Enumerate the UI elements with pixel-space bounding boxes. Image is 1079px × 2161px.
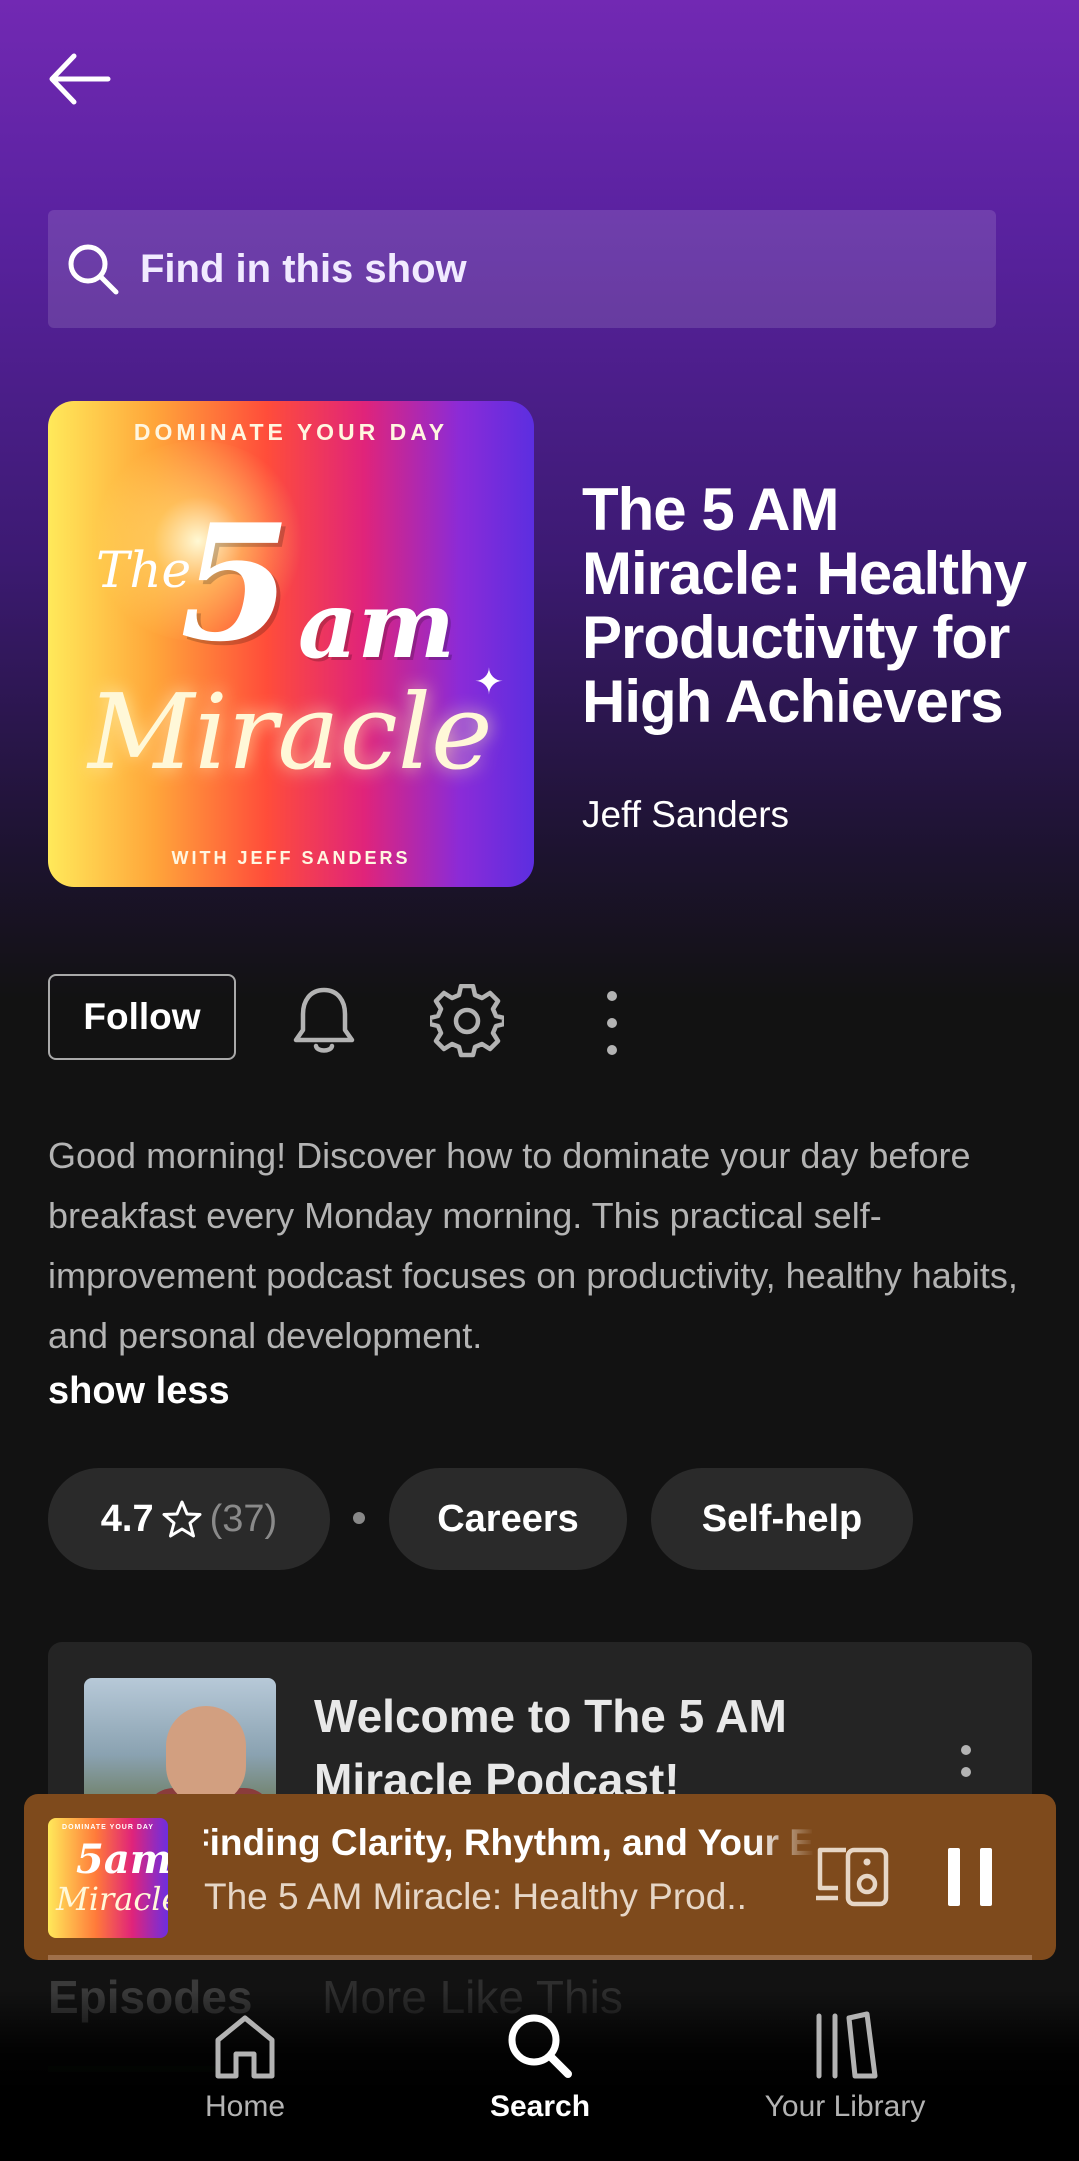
show-author[interactable]: Jeff Sanders — [582, 794, 789, 836]
star-icon — [162, 1500, 202, 1538]
nav-your-library[interactable]: Your Library — [740, 2010, 950, 2124]
pause-icon[interactable] — [944, 1846, 996, 1908]
show-less-link[interactable]: show less — [48, 1370, 230, 1413]
art-top-text: DOMINATE YOUR DAY — [62, 1824, 154, 1831]
sparkle-icon: ✦ — [473, 661, 504, 702]
connect-device-icon[interactable] — [814, 1842, 890, 1912]
player-artwork: DOMINATE YOUR DAY 5am Miracle — [48, 1818, 168, 1938]
art-five: 5am — [76, 1836, 168, 1883]
show-title: The 5 AM Miracle: Healthy Productivity f… — [582, 476, 1027, 735]
track-title: Finding Clarity, Rhythm, and Your E — [204, 1822, 814, 1863]
art-miracle: Miracle — [56, 1880, 168, 1918]
nav-library-label: Your Library — [764, 2090, 926, 2123]
search-icon — [508, 2014, 572, 2078]
gear-icon[interactable] — [430, 984, 504, 1058]
cover-bottom-text: WITH JEFF SANDERS — [171, 848, 411, 868]
track-show: The 5 AM Miracle: Healthy Prod.. — [204, 1876, 747, 1917]
cover-am: am — [298, 571, 455, 679]
cover-top-text: DOMINATE YOUR DAY — [133, 419, 449, 445]
arrow-left-icon — [49, 53, 111, 105]
separator-dot — [353, 1512, 365, 1524]
rating-chip[interactable]: 4.7 (37) — [48, 1468, 330, 1570]
back-button[interactable] — [44, 44, 114, 114]
cover-miracle: Miracle — [88, 671, 493, 793]
find-in-show-search[interactable]: Find in this show — [48, 210, 996, 328]
track-title-marquee: Finding Clarity, Rhythm, and Your E — [204, 1822, 814, 1872]
rating-count: (37) — [209, 1497, 278, 1540]
category-chip-self-help[interactable]: Self-help — [651, 1468, 913, 1570]
nav-home[interactable]: Home — [180, 2010, 310, 2124]
episode-title: Welcome to The 5 AM Miracle Podcast! — [314, 1690, 787, 1806]
show-cover-art: DOMINATE YOUR DAY The 5 am Miracle ✦ WIT… — [48, 401, 534, 887]
nav-home-label: Home — [204, 2090, 286, 2123]
playback-progress-bar — [48, 1955, 1032, 1960]
bell-icon[interactable] — [290, 984, 358, 1056]
more-vertical-icon[interactable] — [958, 1742, 974, 1802]
show-description: Good morning! Discover how to dominate y… — [48, 1135, 1018, 1356]
search-icon — [68, 244, 119, 295]
category-chip-careers[interactable]: Careers — [389, 1468, 627, 1570]
nav-search[interactable]: Search — [480, 2010, 600, 2124]
search-placeholder: Find in this show — [140, 246, 467, 291]
nav-search-label: Search — [489, 2090, 591, 2123]
cover-five: 5 — [180, 489, 292, 677]
home-icon — [215, 2015, 275, 2079]
mini-player[interactable]: DOMINATE YOUR DAY 5am Miracle Finding Cl… — [24, 1794, 1056, 1960]
library-icon — [816, 2011, 878, 2079]
more-vertical-icon[interactable] — [594, 988, 630, 1058]
follow-button[interactable]: Follow — [48, 974, 236, 1060]
cover-the: The — [96, 541, 192, 599]
rating-value: 4.7 — [100, 1497, 154, 1540]
